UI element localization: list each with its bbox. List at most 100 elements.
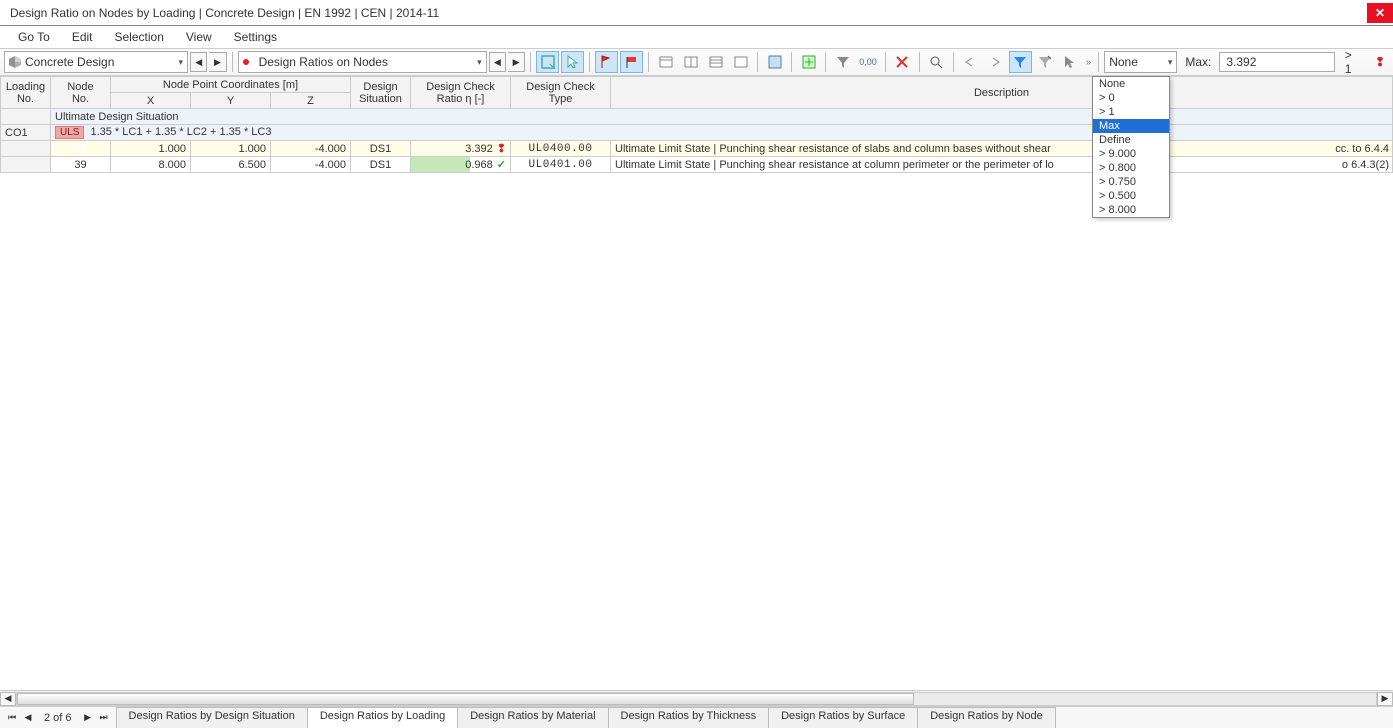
hdr-z[interactable]: Z — [271, 93, 351, 109]
horizontal-scrollbar[interactable]: ◀ ▶ — [0, 690, 1393, 706]
tool-flag-a[interactable] — [595, 51, 618, 73]
group-row-loading[interactable]: CO1 ULS1.35 * LC1 + 1.35 * LC2 + 1.35 * … — [1, 125, 1393, 141]
menu-view[interactable]: View — [176, 28, 222, 46]
tool-clear[interactable] — [890, 51, 913, 73]
nav-next-2[interactable]: ▶ — [508, 52, 525, 72]
table-row[interactable]: 39 8.000 6.500 -4.000 DS1 0.968✓ UL0401.… — [1, 157, 1393, 173]
hdr-description[interactable]: Description — [611, 77, 1393, 109]
max-value-field[interactable]: 3.392 — [1219, 52, 1334, 72]
hdr-ratio[interactable]: Design CheckRatio η [-] — [411, 77, 511, 109]
dropdown-item[interactable]: > 0 — [1093, 91, 1169, 105]
cell-z[interactable]: -4.000 — [271, 141, 351, 157]
cell-y[interactable]: 1.000 — [191, 141, 271, 157]
dropdown-item[interactable]: > 1 — [1093, 105, 1169, 119]
dropdown-item[interactable]: > 8.000 — [1093, 203, 1169, 217]
cell-check-type[interactable]: UL0400.00 — [511, 141, 611, 157]
tool-decimal[interactable]: 0,00 — [856, 51, 879, 73]
design-type-combo[interactable]: Concrete Design ▾ — [4, 51, 188, 73]
scroll-right-button[interactable]: ▶ — [1377, 692, 1393, 706]
hdr-type[interactable]: Design CheckType — [511, 77, 611, 109]
cell-z[interactable]: -4.000 — [271, 157, 351, 173]
hdr-y[interactable]: Y — [191, 93, 271, 109]
chevron-down-icon: ▾ — [179, 57, 184, 68]
tool-arrow-a[interactable] — [958, 51, 981, 73]
tool-cursor-drop[interactable] — [1059, 51, 1082, 73]
group-label: Ultimate Design Situation — [51, 109, 1393, 125]
tool-select-cursor[interactable] — [561, 51, 584, 73]
grid-scroll[interactable]: LoadingNo. NodeNo. Node Point Coordinate… — [0, 76, 1393, 690]
menu-edit[interactable]: Edit — [62, 28, 103, 46]
tool-layout[interactable] — [763, 51, 786, 73]
hdr-node-coords[interactable]: Node Point Coordinates [m] — [111, 77, 351, 93]
cell-description[interactable]: Ultimate Limit State | Punching shear re… — [611, 141, 1393, 157]
dropdown-item[interactable]: Max — [1093, 119, 1169, 133]
cell-description[interactable]: Ultimate Limit State | Punching shear re… — [611, 157, 1393, 173]
sheet-tab[interactable]: Design Ratios by Thickness — [608, 707, 770, 728]
tool-flag-b[interactable] — [620, 51, 643, 73]
menu-settings[interactable]: Settings — [224, 28, 287, 46]
prev-tab-button[interactable]: ◀ — [20, 709, 36, 727]
cell-situation[interactable]: DS1 — [351, 141, 411, 157]
dropdown-item[interactable]: > 9.000 — [1093, 147, 1169, 161]
cell-y[interactable]: 6.500 — [191, 157, 271, 173]
scroll-thumb[interactable] — [17, 693, 914, 705]
dropdown-item[interactable]: > 0.800 — [1093, 161, 1169, 175]
separator — [757, 52, 758, 72]
sheet-tab[interactable]: Design Ratios by Design Situation — [116, 707, 308, 728]
page-indicator: 2 of 6 — [36, 712, 80, 724]
separator — [648, 52, 649, 72]
view-combo[interactable]: Design Ratios on Nodes ▾ — [238, 51, 487, 73]
group-row-situation[interactable]: Ultimate Design Situation — [1, 109, 1393, 125]
filter-dropdown[interactable]: None> 0> 1MaxDefine> 9.000> 0.800> 0.750… — [1092, 76, 1170, 218]
dropdown-item[interactable]: > 0.500 — [1093, 189, 1169, 203]
dropdown-item[interactable]: > 0.750 — [1093, 175, 1169, 189]
chevron-down-icon: ▾ — [1168, 57, 1173, 68]
sheet-tab[interactable]: Design Ratios by Surface — [768, 707, 918, 728]
separator — [791, 52, 792, 72]
filter-threshold-combo[interactable]: None ▾ — [1104, 51, 1177, 73]
dropdown-item[interactable]: Define — [1093, 133, 1169, 147]
tool-table-d[interactable] — [729, 51, 752, 73]
tool-filter[interactable] — [831, 51, 854, 73]
main-toolbar: Concrete Design ▾ ◀ ▶ Design Ratios on N… — [0, 48, 1393, 76]
cell-node[interactable]: 39 — [51, 157, 111, 173]
tool-export[interactable] — [797, 51, 820, 73]
cell-x[interactable]: 8.000 — [111, 157, 191, 173]
cell-ratio[interactable]: 0.968✓ — [411, 157, 511, 173]
cell-check-type[interactable]: UL0401.00 — [511, 157, 611, 173]
tool-table-c[interactable] — [704, 51, 727, 73]
first-tab-button[interactable]: ⏮ — [4, 709, 20, 727]
tool-arrow-b[interactable] — [984, 51, 1007, 73]
scroll-left-button[interactable]: ◀ — [0, 692, 16, 706]
cell-situation[interactable]: DS1 — [351, 157, 411, 173]
sheet-tab[interactable]: Design Ratios by Loading — [307, 707, 458, 728]
last-tab-button[interactable]: ⏭ — [96, 709, 112, 727]
nav-prev-2[interactable]: ◀ — [489, 52, 506, 72]
next-tab-button[interactable]: ▶ — [80, 709, 96, 727]
hdr-loading-no[interactable]: LoadingNo. — [1, 77, 51, 109]
tool-filter-jump[interactable] — [1009, 51, 1032, 73]
cell-node[interactable]: 26 — [51, 141, 111, 157]
menu-selection[interactable]: Selection — [105, 28, 174, 46]
overflow-icon[interactable]: » — [1084, 57, 1094, 68]
hdr-design-situation[interactable]: DesignSituation — [351, 77, 411, 109]
nav-prev-1[interactable]: ◀ — [190, 52, 207, 72]
menu-go-to[interactable]: Go To — [8, 28, 60, 46]
tool-table-b[interactable] — [679, 51, 702, 73]
nav-next-1[interactable]: ▶ — [209, 52, 226, 72]
cell-x[interactable]: 1.000 — [111, 141, 191, 157]
tool-select-window[interactable] — [536, 51, 559, 73]
sheet-tab[interactable]: Design Ratios by Material — [457, 707, 608, 728]
cell-ratio[interactable]: 3.392❢ — [411, 141, 511, 157]
close-button[interactable]: ✕ — [1367, 3, 1393, 23]
tool-table-a[interactable] — [654, 51, 677, 73]
hdr-node-no[interactable]: NodeNo. — [51, 77, 111, 109]
view-combo-label: Design Ratios on Nodes — [259, 55, 388, 69]
table-row[interactable]: 26 1.000 1.000 -4.000 DS1 3.392❢ UL0400.… — [1, 141, 1393, 157]
tool-find[interactable] — [924, 51, 947, 73]
scroll-track[interactable] — [16, 692, 1377, 706]
hdr-x[interactable]: X — [111, 93, 191, 109]
tool-filter-drop[interactable] — [1034, 51, 1057, 73]
dropdown-item[interactable]: None — [1093, 77, 1169, 91]
sheet-tab[interactable]: Design Ratios by Node — [917, 707, 1056, 728]
